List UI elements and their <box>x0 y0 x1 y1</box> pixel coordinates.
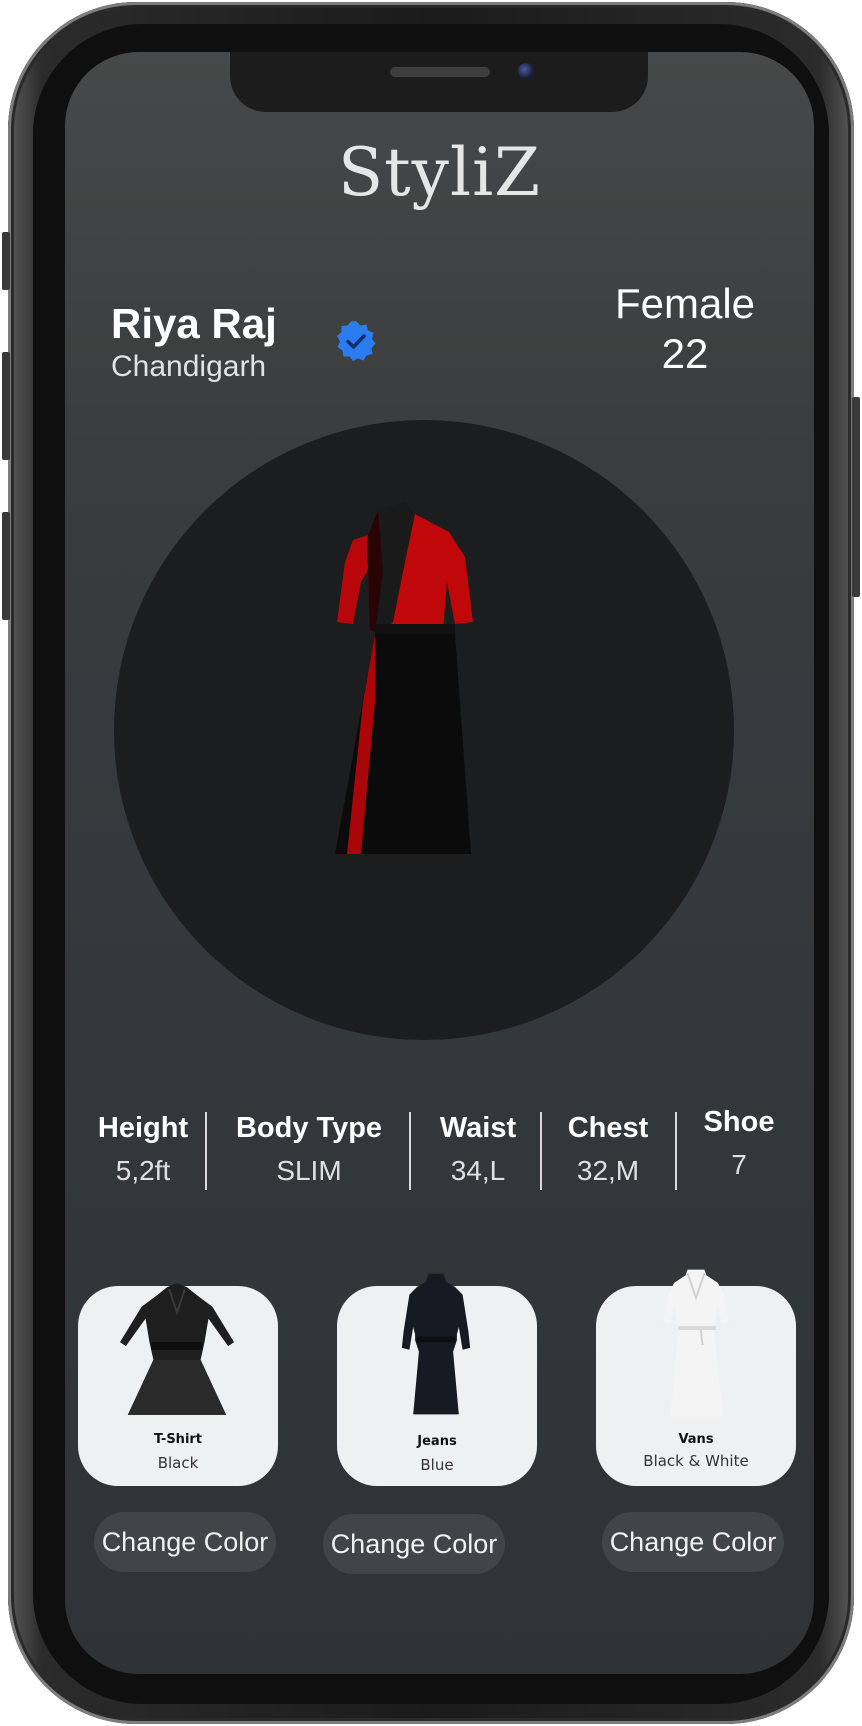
stat-chest: Chest 32,M <box>543 1112 673 1187</box>
phone-volume-up-button <box>2 352 10 460</box>
outfit-card-image <box>401 1273 471 1415</box>
stat-value: 34,L <box>450 1155 506 1186</box>
outfit-card-color: Black <box>157 1454 199 1472</box>
phone-notch <box>230 52 648 112</box>
change-color-button[interactable]: Change Color <box>602 1512 784 1572</box>
speaker-grille <box>390 67 490 77</box>
user-name: Riya Raj <box>111 300 277 347</box>
stat-height: Height 5,2ft <box>83 1112 203 1187</box>
stat-shoe: Shoe 7 <box>679 1106 799 1181</box>
outfit-card-title: T-Shirt <box>153 1432 203 1447</box>
app-logo: StyliZ <box>337 134 542 211</box>
phone-volume-down-button <box>2 512 10 620</box>
user-location: Chandigarh <box>111 350 267 383</box>
outfit-card-image <box>663 1269 729 1417</box>
outfit-card-title: Jeans <box>417 1434 457 1449</box>
stat-value: 7 <box>731 1149 747 1180</box>
change-color-button[interactable]: Change Color <box>323 1514 505 1574</box>
outfit-card-color: Black & White <box>643 1452 749 1470</box>
front-camera <box>518 63 534 79</box>
app-screen: StyliZ Riya Raj Chandigarh Female 22 Hei… <box>65 52 814 1674</box>
stat-divider <box>205 1112 207 1190</box>
stat-label: Body Type <box>235 1112 383 1144</box>
verified-badge-icon <box>337 321 376 361</box>
user-age: 22 <box>661 330 709 377</box>
stat-label: Waist <box>439 1112 517 1144</box>
stat-value: 5,2ft <box>115 1155 171 1186</box>
change-color-button[interactable]: Change Color <box>94 1512 276 1572</box>
phone-side-button <box>2 232 10 290</box>
stat-label: Shoe <box>703 1106 775 1138</box>
stat-divider <box>675 1112 677 1190</box>
phone-frame: StyliZ Riya Raj Chandigarh Female 22 Hei… <box>2 2 860 1724</box>
stat-waist: Waist 34,L <box>413 1112 543 1187</box>
stat-value: 32,M <box>576 1155 640 1186</box>
stat-divider <box>540 1112 542 1190</box>
outfit-card-color: Blue <box>420 1456 454 1474</box>
stat-label: Height <box>97 1112 189 1144</box>
stat-label: Chest <box>567 1112 649 1144</box>
stat-divider <box>409 1112 411 1190</box>
stat-body-type: Body Type SLIM <box>209 1112 409 1187</box>
outfit-preview-image <box>335 502 473 854</box>
phone-power-button <box>852 397 860 597</box>
stat-value: SLIM <box>276 1155 342 1186</box>
user-gender: Female <box>614 280 756 327</box>
outfit-card-image <box>119 1283 235 1415</box>
outfit-card-title: Vans <box>678 1432 714 1447</box>
